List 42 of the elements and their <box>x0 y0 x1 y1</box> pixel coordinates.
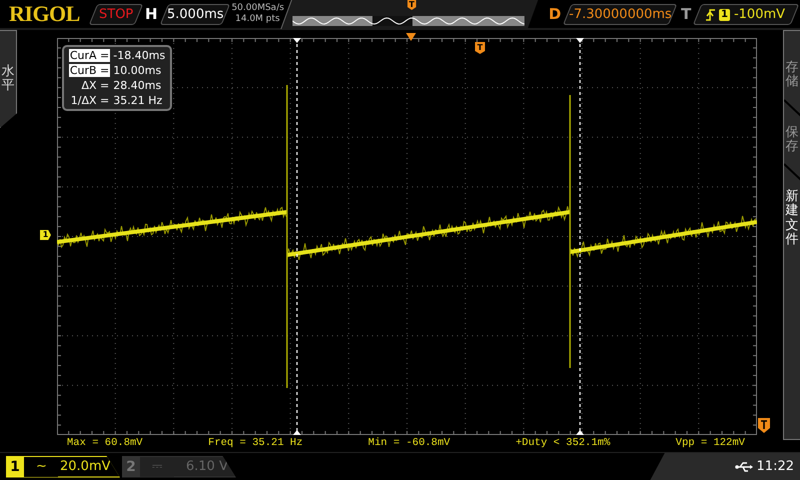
measurement: Max = 60.8mV <box>67 437 143 449</box>
cursor-line[interactable] <box>293 38 301 435</box>
menu-divider <box>784 98 800 118</box>
delay-display[interactable]: -7.30000000ms <box>562 4 678 24</box>
measurement: Min = -60.8mV <box>368 437 450 449</box>
run-stop-status[interactable]: STOP <box>88 4 144 24</box>
menu-divider <box>784 162 800 182</box>
sample-rate: 50.00MSa/s <box>232 3 284 14</box>
delay-label: D <box>548 5 562 23</box>
menu-item[interactable]: 存储 <box>786 61 798 90</box>
side-menu-tab[interactable]: 水平 <box>0 30 17 128</box>
cursor-value: -18.40ms <box>113 49 166 62</box>
cursor-value: 28.40ms <box>113 79 162 92</box>
clock-time: 11:22 <box>756 459 794 474</box>
trigger-level-icon[interactable] <box>758 418 770 433</box>
trigger-position-icon[interactable] <box>406 33 416 41</box>
channel-marker[interactable]: 1 <box>40 230 51 240</box>
brand-logo: RIGOL <box>9 1 81 27</box>
trigger-source-badge: 1 <box>720 8 731 20</box>
trigger-position-marker: T <box>406 0 416 10</box>
measurement: +Duty < 352.1m% <box>516 437 610 449</box>
cursor-label: 1/ΔX = <box>70 94 110 107</box>
cursor-label: CurB = <box>68 64 110 77</box>
cursor-label: CurA = <box>68 49 110 62</box>
usb-icon <box>734 462 753 472</box>
cursor-value: 35.21 Hz <box>113 94 162 107</box>
rising-edge-icon <box>706 8 716 20</box>
cursor-label: ΔX = <box>80 79 110 92</box>
channel-tab[interactable]: 1 ~ 20.0mV <box>6 456 120 478</box>
timebase-display[interactable]: 5.000ms <box>159 4 230 24</box>
measurement: Vpp = 122mV <box>676 437 745 449</box>
cursor-line[interactable] <box>576 38 584 435</box>
trigger-level: -100mV <box>734 6 786 22</box>
trigger-label: T <box>681 5 692 23</box>
menu-item[interactable]: 新建文件 <box>786 190 798 248</box>
measurement: Freq = 35.21 Hz <box>208 437 303 449</box>
timebase-label: H <box>145 5 158 23</box>
cursor-value: 10.00ms <box>113 64 162 77</box>
trigger-display[interactable]: 1 -100mV <box>693 4 800 24</box>
memory-depth: 14.0M pts <box>234 14 281 25</box>
menu-item[interactable]: 保存 <box>786 126 798 154</box>
trigger-marker[interactable]: T <box>475 42 485 54</box>
